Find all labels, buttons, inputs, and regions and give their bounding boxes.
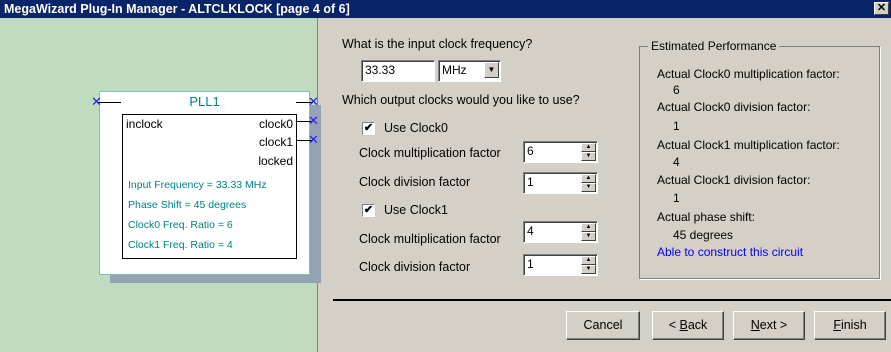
- unconnected-inclock-icon: ✕: [91, 94, 102, 109]
- spin-buttons[interactable]: ▲ ▼: [581, 256, 596, 274]
- clock1-div-label: Clock division factor: [359, 260, 471, 274]
- unconnected-clock0-icon: ✕: [308, 94, 319, 109]
- next-button[interactable]: Next >: [733, 311, 805, 340]
- clock1-div-spinner[interactable]: 1 ▲ ▼: [523, 254, 598, 276]
- next-rest: ext >: [759, 318, 788, 332]
- spin-up-icon[interactable]: ▲: [581, 223, 596, 232]
- clock1-div-value: 1: [527, 257, 534, 271]
- perf-value: 1: [673, 119, 680, 133]
- estimated-performance-group: Estimated Performance Actual Clock0 mult…: [639, 39, 880, 279]
- freq-question: What is the input clock frequency?: [342, 37, 533, 51]
- use-clock1-label: Use Clock1: [384, 203, 448, 217]
- close-icon[interactable]: ✕: [874, 2, 889, 15]
- perf-value: 4: [673, 155, 680, 169]
- spin-down-icon[interactable]: ▼: [581, 265, 596, 274]
- back-accel: B: [679, 318, 688, 332]
- diagram-panel: PLL1 inclock clock0 clock1 locked Input …: [0, 18, 321, 352]
- unconnected-locked-icon: ✕: [308, 132, 319, 147]
- clock0-div-label: Clock division factor: [359, 175, 471, 189]
- perf-label: Actual Clock0 multiplication factor:: [657, 67, 840, 81]
- info-line: Clock0 Freq. Ratio = 6: [128, 219, 233, 231]
- clock0-mult-spinner[interactable]: 6 ▲ ▼: [523, 141, 598, 163]
- finish-rest: inish: [840, 318, 867, 332]
- port-clock0: clock0: [258, 117, 293, 131]
- next-accel: N: [750, 318, 760, 332]
- chevron-down-icon[interactable]: ▼: [484, 62, 499, 78]
- use-clock1-checkbox[interactable]: ✔: [362, 204, 375, 217]
- spin-buttons[interactable]: ▲ ▼: [581, 174, 596, 192]
- use-clock0-label: Use Clock0: [384, 121, 448, 135]
- perf-label: Actual Clock1 multiplication factor:: [657, 138, 840, 152]
- perf-label: Actual Clock1 division factor:: [657, 173, 811, 187]
- perf-label: Actual Clock0 division factor:: [657, 100, 811, 114]
- perf-value: 45 degrees: [673, 228, 734, 242]
- spin-down-icon[interactable]: ▼: [581, 152, 596, 161]
- freq-unit-value: MHz: [442, 63, 467, 77]
- pll-symbol: inclock clock0 clock1 locked Input Frequ…: [122, 114, 297, 259]
- clock1-mult-spinner[interactable]: 4 ▲ ▼: [523, 221, 598, 243]
- finish-button[interactable]: Finish: [814, 311, 886, 340]
- info-line: Input Frequency = 33.33 MHz: [128, 179, 267, 191]
- window-title: MegaWizard Plug-In Manager - ALTCLKLOCK …: [4, 2, 350, 16]
- spin-buttons[interactable]: ▲ ▼: [581, 223, 596, 241]
- clock0-mult-label: Clock multiplication factor: [359, 146, 501, 160]
- unconnected-clock1-icon: ✕: [308, 113, 319, 128]
- finish-accel: F: [833, 318, 841, 332]
- cancel-button[interactable]: Cancel: [566, 311, 640, 340]
- spin-up-icon[interactable]: ▲: [581, 143, 596, 152]
- group-title: Estimated Performance: [648, 39, 780, 53]
- spin-down-icon[interactable]: ▼: [581, 183, 596, 192]
- clock1-mult-value: 4: [527, 224, 534, 238]
- spin-buttons[interactable]: ▲ ▼: [581, 143, 596, 161]
- pll-block: PLL1 inclock clock0 clock1 locked Input …: [99, 91, 310, 275]
- spin-up-icon[interactable]: ▲: [581, 256, 596, 265]
- freq-unit-select[interactable]: MHz ▼: [438, 60, 501, 82]
- back-rest: ack: [687, 318, 708, 332]
- window-titlebar: MegaWizard Plug-In Manager - ALTCLKLOCK …: [0, 0, 891, 18]
- back-button[interactable]: < Back: [652, 311, 724, 340]
- clock1-mult-label: Clock multiplication factor: [359, 232, 501, 246]
- back-prefix: <: [668, 318, 680, 332]
- separator: [333, 299, 891, 301]
- info-line: Clock1 Freq. Ratio = 4: [128, 239, 233, 251]
- outputs-question: Which output clocks would you like to us…: [342, 93, 580, 107]
- block-name: PLL1: [189, 94, 220, 109]
- perf-value: 1: [673, 191, 680, 205]
- clock0-mult-value: 6: [527, 144, 534, 158]
- status-message: Able to construct this circuit: [657, 245, 804, 259]
- port-locked: locked: [258, 154, 293, 168]
- info-line: Phase Shift = 45 degrees: [128, 199, 247, 211]
- perf-value: 6: [673, 83, 680, 97]
- spin-up-icon[interactable]: ▲: [581, 174, 596, 183]
- clock0-div-value: 1: [527, 175, 534, 189]
- clock0-div-spinner[interactable]: 1 ▲ ▼: [523, 172, 598, 194]
- spin-down-icon[interactable]: ▼: [581, 232, 596, 241]
- freq-input[interactable]: 33.33: [361, 60, 435, 82]
- port-inclock: inclock: [126, 117, 163, 131]
- use-clock0-checkbox[interactable]: ✔: [362, 122, 375, 135]
- port-clock1: clock1: [258, 135, 293, 149]
- perf-label: Actual phase shift:: [657, 210, 756, 224]
